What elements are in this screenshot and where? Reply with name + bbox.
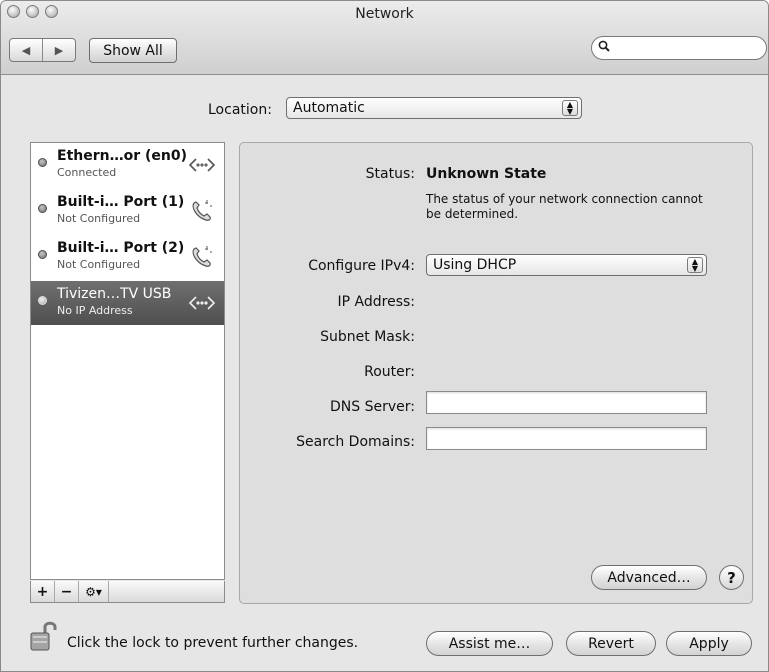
status-dot-icon: [38, 296, 47, 305]
configure-ipv4-popup[interactable]: Using DHCP ▲ ▼: [426, 254, 707, 276]
search-domains-label: Search Domains:: [296, 434, 415, 450]
service-status: Not Configured: [57, 212, 141, 225]
status-dot-icon: [38, 158, 47, 167]
forward-arrow-icon[interactable]: ▶: [42, 39, 75, 61]
status-dot-icon: [38, 204, 47, 213]
ethernet-icon: [188, 158, 216, 172]
router-label: Router:: [364, 364, 415, 380]
status-value: Unknown State: [426, 166, 547, 182]
lock-icon[interactable]: [28, 619, 58, 653]
service-name: Built-i… Port (1): [57, 194, 185, 210]
help-button[interactable]: ?: [719, 565, 744, 590]
apply-button[interactable]: Apply: [666, 631, 752, 656]
location-value: Automatic: [293, 100, 365, 116]
popup-arrows-icon: ▲ ▼: [562, 100, 578, 116]
ethernet-icon: [188, 296, 216, 310]
back-arrow-icon[interactable]: ◀: [10, 39, 42, 61]
search-field[interactable]: [591, 36, 767, 60]
status-dot-icon: [38, 250, 47, 259]
advanced-button[interactable]: Advanced…: [591, 565, 707, 590]
gear-action-button[interactable]: ⚙▾: [79, 581, 109, 602]
lock-message: Click the lock to prevent further change…: [67, 635, 359, 651]
network-preferences-window: Network ◀ ▶ Show All Location: Automatic…: [0, 0, 769, 672]
search-icon: [598, 40, 610, 56]
service-name: Built-i… Port (2): [57, 240, 185, 256]
dns-server-input[interactable]: [427, 392, 706, 413]
popup-arrows-icon: ▲ ▼: [687, 257, 703, 273]
phone-modem-icon: [192, 246, 212, 267]
service-item-builtin-port-1[interactable]: Built-i… Port (1) Not Configured: [31, 189, 224, 233]
service-name: Ethern…or (en0): [57, 148, 187, 164]
service-status: Connected: [57, 166, 117, 179]
location-popup[interactable]: Automatic ▲ ▼: [286, 97, 582, 119]
service-list-toolbar: + − ⚙▾: [30, 581, 225, 603]
status-description: The status of your network connection ca…: [426, 192, 703, 221]
subnet-mask-label: Subnet Mask:: [320, 329, 415, 345]
revert-button[interactable]: Revert: [566, 631, 656, 656]
service-status: Not Configured: [57, 258, 141, 271]
search-domains-input[interactable]: [427, 428, 706, 449]
service-list: Ethern…or (en0) Connected Built-i… Port …: [30, 142, 225, 580]
status-label: Status:: [365, 166, 415, 182]
configure-ipv4-label: Configure IPv4:: [308, 258, 415, 274]
show-all-button[interactable]: Show All: [89, 38, 177, 63]
phone-modem-icon: [192, 200, 212, 221]
service-item-builtin-port-2[interactable]: Built-i… Port (2) Not Configured: [31, 235, 224, 279]
assist-me-button[interactable]: Assist me…: [426, 631, 553, 656]
dns-server-label: DNS Server:: [330, 399, 415, 415]
service-status: No IP Address: [57, 304, 133, 317]
location-label: Location:: [208, 102, 272, 118]
back-forward-control: ◀ ▶: [9, 38, 76, 62]
remove-service-button[interactable]: −: [55, 581, 79, 602]
service-item-tivizen-usb[interactable]: Tivizen…TV USB No IP Address: [31, 281, 224, 325]
search-domains-field[interactable]: [426, 427, 707, 450]
window-title: Network: [355, 6, 414, 22]
dns-server-field[interactable]: [426, 391, 707, 414]
configure-ipv4-value: Using DHCP: [433, 257, 517, 273]
service-name: Tivizen…TV USB: [57, 286, 172, 302]
search-input[interactable]: [614, 40, 759, 56]
service-item-ethernet[interactable]: Ethern…or (en0) Connected: [31, 143, 224, 187]
ip-address-label: IP Address:: [337, 294, 416, 310]
add-service-button[interactable]: +: [31, 581, 55, 602]
toolbar: Network ◀ ▶ Show All: [1, 1, 768, 75]
